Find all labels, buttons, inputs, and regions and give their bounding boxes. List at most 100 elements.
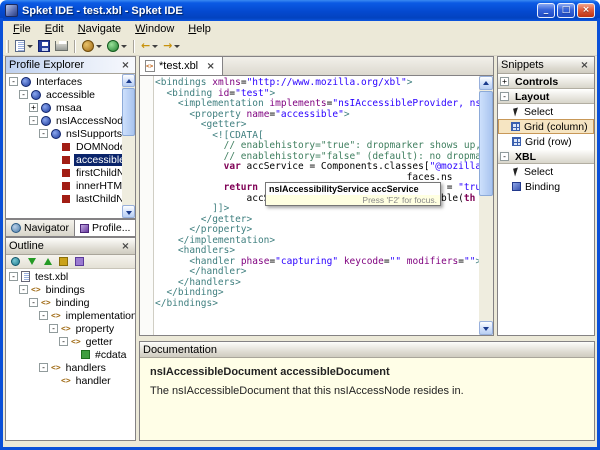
profile-node-nsiaccessnode[interactable]: -nsIAccessNode xyxy=(6,114,122,127)
profile-node-nsisupports[interactable]: -nsISupports xyxy=(6,127,122,140)
profile-node-firstchildno[interactable]: firstChildNo xyxy=(6,166,122,179)
snippets-section-xbl[interactable]: -XBL xyxy=(498,149,594,164)
new-wizard-dropdown-icon[interactable] xyxy=(27,45,33,48)
collapse-icon[interactable]: - xyxy=(19,285,28,294)
snippet-binding[interactable]: Binding xyxy=(498,179,594,194)
interface-icon xyxy=(21,77,31,87)
profile-node-accessibledo[interactable]: accessibleDo xyxy=(6,153,122,166)
view-tab-row: Navigator Profile... xyxy=(5,219,136,237)
editor-tab-test-xbl[interactable]: *test.xbl × xyxy=(140,57,223,75)
close-tab-icon[interactable]: × xyxy=(204,60,217,73)
outline-node-bindings[interactable]: -<>bindings xyxy=(6,283,135,296)
menu-item-edit[interactable]: Edit xyxy=(38,22,71,36)
snippets-section-controls[interactable]: +Controls xyxy=(498,74,594,89)
run-button[interactable] xyxy=(105,38,129,55)
collapse-icon[interactable]: - xyxy=(9,77,18,86)
sort-up-button[interactable] xyxy=(41,256,54,268)
spket-tools-button[interactable] xyxy=(80,38,104,55)
scroll-up-icon[interactable] xyxy=(122,74,135,87)
view-tab-navigator[interactable]: Navigator xyxy=(5,219,75,237)
view-tab-label: Navigator xyxy=(24,222,69,234)
profile-explorer-header[interactable]: Profile Explorer × xyxy=(6,57,135,74)
back-button[interactable] xyxy=(139,38,160,55)
link-editor-button[interactable] xyxy=(73,256,86,268)
collapse-icon[interactable]: - xyxy=(19,90,28,99)
menu-item-navigate[interactable]: Navigate xyxy=(71,22,128,36)
minimize-button[interactable]: _ xyxy=(537,3,555,18)
snippets-section-layout[interactable]: -Layout xyxy=(498,89,594,104)
outline-header[interactable]: Outline × xyxy=(6,238,135,255)
close-view-icon[interactable]: × xyxy=(119,240,132,253)
scroll-down-icon[interactable] xyxy=(122,205,135,218)
snippet-grid-row[interactable]: Grid (row) xyxy=(498,134,594,149)
run-dropdown-icon[interactable] xyxy=(121,45,127,48)
collapse-icon[interactable]: - xyxy=(29,298,38,307)
profile-node-lastchildnod[interactable]: lastChildNod xyxy=(6,192,122,205)
spket-tools-dropdown-icon[interactable] xyxy=(96,45,102,48)
menu-item-help[interactable]: Help xyxy=(181,22,218,36)
tree-label: DOMNode xyxy=(74,141,122,153)
print-button[interactable] xyxy=(53,38,70,55)
collapse-icon[interactable]: - xyxy=(39,129,48,138)
collapse-all-button[interactable] xyxy=(57,256,70,268)
snippet-select[interactable]: Select xyxy=(498,164,594,179)
title-bar[interactable]: Spket IDE - test.xbl - Spket IDE _ □ × xyxy=(0,0,600,21)
outline-node-implementation[interactable]: -<>implementation xyxy=(6,309,135,322)
toolbar-handle xyxy=(6,40,9,53)
close-button[interactable]: × xyxy=(577,3,595,18)
outline-node-test-xbl[interactable]: -test.xbl xyxy=(6,270,135,283)
outline-node-binding[interactable]: -<>binding xyxy=(6,296,135,309)
snippet-select[interactable]: Select xyxy=(498,104,594,119)
scrollbar-thumb[interactable] xyxy=(479,91,493,196)
scroll-up-icon[interactable] xyxy=(479,76,493,90)
outline-node-getter[interactable]: -<>getter xyxy=(6,335,135,348)
close-view-icon[interactable]: × xyxy=(119,59,132,72)
profile-node-msaa[interactable]: +msaa xyxy=(6,101,122,114)
snippet-grid-column[interactable]: Grid (column) xyxy=(498,119,594,134)
close-view-icon[interactable]: × xyxy=(578,59,591,72)
toolbar-separator xyxy=(133,40,135,53)
collapse-icon[interactable]: - xyxy=(49,324,58,333)
outline-node-cdata[interactable]: #cdata xyxy=(6,348,135,361)
collapse-icon[interactable]: - xyxy=(500,152,509,161)
profile-scrollbar[interactable] xyxy=(122,74,135,218)
editor-tab-label: *test.xbl xyxy=(159,60,198,72)
documentation-header[interactable]: Documentation xyxy=(140,342,594,358)
collapse-icon[interactable]: - xyxy=(500,92,509,101)
scroll-down-icon[interactable] xyxy=(479,321,493,335)
forward-dropdown-icon[interactable] xyxy=(174,45,180,48)
outline-node-handlers[interactable]: -<>handlers xyxy=(6,361,135,374)
sort-down-button[interactable] xyxy=(25,256,38,268)
profile-node-interfaces[interactable]: -Interfaces xyxy=(6,75,122,88)
editor-scrollbar[interactable] xyxy=(479,76,493,335)
collapse-icon[interactable]: - xyxy=(9,272,18,281)
outline-node-handler[interactable]: <>handler xyxy=(6,374,135,387)
scrollbar-thumb[interactable] xyxy=(122,88,135,136)
filter-button[interactable] xyxy=(9,256,22,268)
expand-icon[interactable]: + xyxy=(29,103,38,112)
maximize-button[interactable]: □ xyxy=(557,3,575,18)
profile-node-accessible[interactable]: - accessible xyxy=(6,88,122,101)
outline-node-property[interactable]: -<>property xyxy=(6,322,135,335)
new-wizard-button[interactable] xyxy=(13,38,35,55)
profile-node-innerhtml[interactable]: innerHTML xyxy=(6,179,122,192)
tree-label: accessible xyxy=(44,89,97,101)
spket-tools-icon xyxy=(82,40,94,52)
outline-toolbar xyxy=(6,255,135,269)
profile-node-domnode[interactable]: DOMNode xyxy=(6,140,122,153)
menu-item-window[interactable]: Window xyxy=(128,22,181,36)
forward-button[interactable] xyxy=(161,38,182,55)
collapse-icon[interactable]: - xyxy=(29,116,38,125)
view-tab-label: Profile... xyxy=(92,222,131,234)
collapse-icon[interactable]: - xyxy=(39,363,48,372)
view-tab-profile[interactable]: Profile... xyxy=(75,219,137,237)
section-label: XBL xyxy=(515,151,536,163)
expand-icon[interactable]: + xyxy=(500,77,509,86)
collapse-icon[interactable]: - xyxy=(39,311,48,320)
back-dropdown-icon[interactable] xyxy=(152,45,158,48)
menu-item-file[interactable]: File xyxy=(6,22,38,36)
collapse-icon[interactable]: - xyxy=(59,337,68,346)
snippets-header[interactable]: Snippets × xyxy=(498,57,594,74)
save-button[interactable] xyxy=(36,38,52,55)
menu-bar: FileEditNavigateWindowHelp xyxy=(3,21,597,37)
